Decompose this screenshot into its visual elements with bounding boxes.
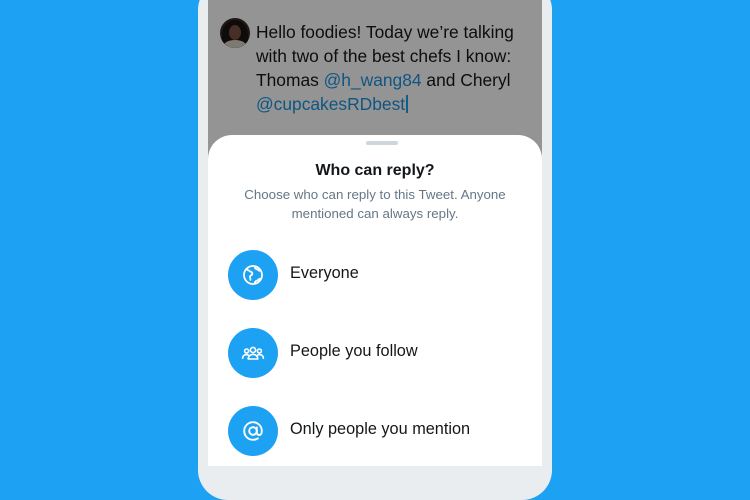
phone-screen: Hello foodies! Today we’re talking with … — [208, 0, 542, 466]
people-icon — [228, 328, 278, 378]
globe-icon — [228, 250, 278, 300]
sheet-subtitle: Choose who can reply to this Tweet. Anyo… — [244, 187, 506, 221]
sheet-drag-handle[interactable] — [366, 141, 398, 145]
reply-option-everyone[interactable]: Everyone — [228, 250, 528, 302]
reply-option-label: Only people you mention — [290, 420, 471, 438]
reply-option-label: People you follow — [290, 342, 418, 360]
at-sign-icon — [228, 406, 278, 456]
reply-option-people-you-follow[interactable]: People you follow — [228, 328, 528, 380]
sheet-title: Who can reply? — [315, 162, 435, 179]
reply-option-only-mentioned[interactable]: Only people you mention — [228, 406, 528, 458]
reply-option-label: Everyone — [290, 264, 359, 282]
reply-settings-sheet: Who can reply? Choose who can reply to t… — [208, 135, 542, 466]
